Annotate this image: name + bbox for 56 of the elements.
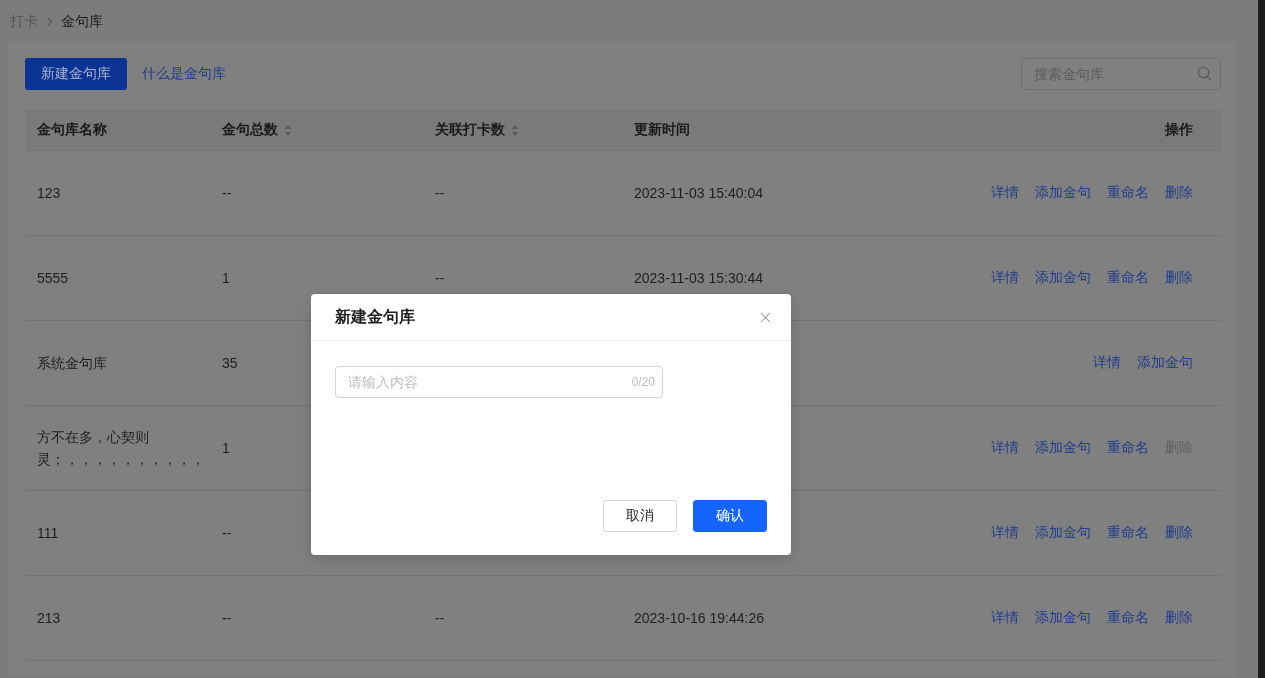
quote-count: -- <box>222 184 232 203</box>
update-time: 2023-10-16 19:44:26 <box>634 609 764 628</box>
linked-count: -- <box>435 269 445 288</box>
update-time: 2023-11-03 15:30:44 <box>634 269 763 288</box>
cancel-button[interactable]: 取消 <box>603 500 677 532</box>
quote-count: -- <box>222 609 232 628</box>
action-link[interactable]: 添加金句 <box>1137 354 1193 372</box>
breadcrumb-item: 金句库 <box>61 12 103 31</box>
quote-count: 35 <box>222 354 238 373</box>
action-link[interactable]: 重命名 <box>1107 609 1149 627</box>
column-header: 金句总数 <box>222 121 278 139</box>
action-link[interactable]: 删除 <box>1165 184 1193 202</box>
quote-count: 1 <box>222 439 230 458</box>
action-link[interactable]: 详情 <box>991 269 1019 287</box>
linked-count: -- <box>435 184 445 203</box>
action-link[interactable]: 详情 <box>1093 354 1121 372</box>
action-link[interactable]: 添加金句 <box>1035 269 1091 287</box>
action-link[interactable]: 添加金句 <box>1035 439 1091 457</box>
library-name: 123 <box>37 184 61 203</box>
action-link[interactable]: 删除 <box>1165 609 1193 627</box>
library-name: 5555 <box>37 269 69 288</box>
close-icon[interactable] <box>760 311 771 323</box>
chevron-right-icon <box>46 15 53 27</box>
library-name: 111 <box>37 524 59 543</box>
confirm-button[interactable]: 确认 <box>693 500 767 532</box>
column-header: 金句库名称 <box>37 121 107 139</box>
sort-icon[interactable] <box>511 123 519 137</box>
library-name: 方不在多，心契则灵；，，，，，，，，，， <box>37 428 206 469</box>
action-link[interactable]: 重命名 <box>1107 269 1149 287</box>
char-counter: 0/20 <box>631 374 655 390</box>
action-link[interactable]: 添加金句 <box>1035 524 1091 542</box>
new-library-button[interactable]: 新建金句库 <box>25 58 127 90</box>
column-header: 操作 <box>1165 121 1193 139</box>
sort-icon[interactable] <box>284 123 292 137</box>
library-name: 系统金句库 <box>37 354 107 373</box>
action-link[interactable]: 删除 <box>1165 524 1193 542</box>
quote-count: 1 <box>222 269 230 288</box>
action-link[interactable]: 重命名 <box>1107 184 1149 202</box>
library-name: 213 <box>37 609 61 628</box>
action-link[interactable]: 删除 <box>1165 269 1193 287</box>
action-link[interactable]: 重命名 <box>1107 524 1149 542</box>
column-header: 更新时间 <box>634 121 690 139</box>
action-link[interactable]: 重命名 <box>1107 439 1149 457</box>
column-header: 关联打卡数 <box>435 121 505 139</box>
action-link[interactable]: 详情 <box>991 439 1019 457</box>
quote-count: -- <box>222 524 232 543</box>
action-link[interactable]: 添加金句 <box>1035 609 1091 627</box>
action-link[interactable]: 添加金句 <box>1035 184 1091 202</box>
dialog-title: 新建金句库 <box>335 306 415 327</box>
update-time: 2023-11-03 15:40:04 <box>634 184 763 203</box>
action-link[interactable]: 详情 <box>991 184 1019 202</box>
action-link[interactable]: 详情 <box>991 524 1019 542</box>
linked-count: -- <box>435 609 445 628</box>
search-icon[interactable] <box>1197 66 1212 81</box>
help-link[interactable]: 什么是金句库 <box>142 65 226 83</box>
action-link[interactable]: 详情 <box>991 609 1019 627</box>
